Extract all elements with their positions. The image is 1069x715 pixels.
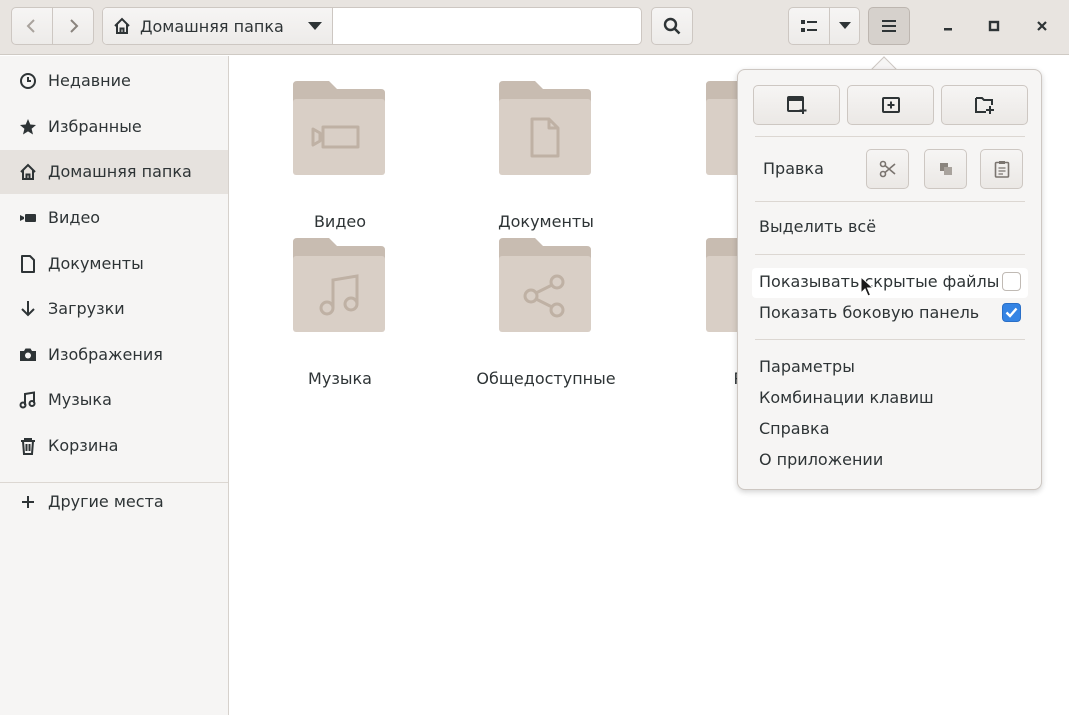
show-sidebar-label[interactable]: Показать боковую панель [759, 303, 979, 322]
copy-icon [939, 163, 952, 175]
about-item[interactable]: О приложении [759, 450, 883, 469]
star-icon [20, 119, 36, 135]
sidebar-item-label: Музыка [48, 390, 112, 409]
show-hidden-label: Показывать скрытые файлы [759, 272, 1000, 291]
folder-icon [499, 81, 591, 175]
sidebar-item-downloads[interactable]: Загрузки [0, 287, 228, 331]
new-window-icon [786, 96, 806, 114]
minimize-button[interactable] [933, 10, 963, 42]
show-sidebar-checkbox[interactable] [1002, 303, 1021, 322]
close-button[interactable] [1027, 10, 1057, 42]
new-tab-icon [881, 97, 900, 113]
sidebar-item-starred[interactable]: Избранные [0, 105, 228, 149]
search-button[interactable] [651, 7, 693, 45]
folder-icon [293, 81, 385, 175]
clipboard-icon [994, 161, 1009, 178]
help-item[interactable]: Справка [759, 419, 830, 438]
clock-icon [20, 73, 36, 89]
keyboard-shortcuts-item[interactable]: Комбинации клавиш [759, 388, 934, 407]
sidebar-item-home[interactable]: Домашняя папка [0, 150, 228, 194]
chevron-left-icon [26, 19, 35, 33]
sidebar-item-label: Документы [48, 254, 144, 273]
sidebar-item-trash[interactable]: Корзина [0, 424, 228, 468]
folder-label: Документы [498, 212, 594, 231]
new-tab-button[interactable] [847, 85, 934, 125]
chevron-down-icon[interactable] [308, 22, 322, 31]
folder-item[interactable]: Музыка [265, 238, 415, 388]
paste-button[interactable] [980, 149, 1023, 189]
new-folder-icon [974, 97, 994, 114]
document-icon [21, 255, 35, 273]
menu-button[interactable] [868, 7, 910, 45]
sidebar-item-label: Другие места [48, 492, 164, 511]
location-bar[interactable]: Домашняя папка [102, 7, 642, 45]
folder-item[interactable]: Общедоступные [471, 238, 621, 388]
file-manager-window: Домашняя папка Недавние Избранные Домашн… [0, 0, 1069, 715]
chevron-right-icon [70, 19, 79, 33]
preferences-item[interactable]: Параметры [759, 357, 855, 376]
music-icon [19, 391, 36, 409]
sidebar-item-label: Загрузки [48, 299, 125, 318]
plus-icon [22, 496, 34, 508]
folder-item[interactable]: Документы [471, 81, 621, 231]
sidebar-item-videos[interactable]: Видео [0, 196, 228, 240]
search-icon [663, 17, 681, 35]
folder-icon [293, 238, 385, 332]
sidebar: Недавние Избранные Домашняя папка Видео … [0, 56, 229, 715]
sidebar-item-recent[interactable]: Недавние [0, 59, 228, 103]
sidebar-item-label: Изображения [48, 345, 163, 364]
minimize-icon [944, 28, 952, 31]
headerbar: Домашняя папка [0, 0, 1069, 55]
checkmark-icon [1005, 307, 1018, 318]
sidebar-item-music[interactable]: Музыка [0, 378, 228, 422]
sidebar-item-label: Домашняя папка [48, 162, 192, 181]
view-mode-button[interactable] [788, 7, 830, 45]
download-icon [21, 301, 35, 317]
video-icon [20, 214, 36, 222]
main-menu-popover: Правка Выделить всё Показывать скрытые ф… [737, 69, 1042, 490]
hamburger-icon [882, 20, 896, 32]
menu-separator [755, 339, 1025, 340]
new-folder-button[interactable] [941, 85, 1028, 125]
mouse-pointer-icon [860, 276, 874, 297]
path-label: Домашняя папка [140, 16, 284, 36]
folder-label: Общедоступные [476, 369, 616, 388]
back-button[interactable] [11, 7, 53, 45]
chevron-down-icon [838, 22, 851, 29]
sidebar-item-label: Недавние [48, 71, 131, 90]
cut-button[interactable] [866, 149, 909, 189]
copy-button[interactable] [924, 149, 967, 189]
scissors-icon [879, 160, 896, 178]
sidebar-item-label: Избранные [48, 117, 142, 136]
maximize-icon [988, 20, 1000, 32]
navigation-buttons [11, 7, 94, 45]
sidebar-item-documents[interactable]: Документы [0, 242, 228, 286]
sidebar-item-pictures[interactable]: Изображения [0, 333, 228, 377]
home-icon [114, 17, 130, 34]
select-all-item[interactable]: Выделить всё [759, 217, 876, 236]
show-hidden-checkbox[interactable] [1002, 272, 1021, 291]
menu-separator [755, 201, 1025, 202]
new-window-button[interactable] [753, 85, 840, 125]
menu-separator [755, 254, 1025, 255]
sidebar-item-label: Корзина [48, 436, 119, 455]
path-button-home[interactable]: Домашняя папка [103, 8, 333, 44]
folder-label: Видео [313, 212, 367, 231]
edit-label: Правка [763, 159, 824, 178]
sidebar-item-label: Видео [48, 208, 101, 227]
folder-label: Музыка [308, 369, 372, 388]
trash-icon [21, 438, 35, 455]
maximize-button[interactable] [979, 10, 1009, 42]
camera-icon [20, 348, 36, 361]
sidebar-item-other-places[interactable]: Другие места [0, 480, 228, 524]
menu-separator [755, 136, 1025, 137]
view-buttons [788, 7, 860, 45]
view-options-button[interactable] [829, 7, 860, 45]
close-icon [1037, 21, 1047, 31]
home-icon [20, 163, 36, 180]
list-view-icon [801, 20, 817, 32]
folder-item[interactable]: Видео [265, 81, 415, 231]
forward-button[interactable] [52, 7, 94, 45]
folder-icon [499, 238, 591, 332]
